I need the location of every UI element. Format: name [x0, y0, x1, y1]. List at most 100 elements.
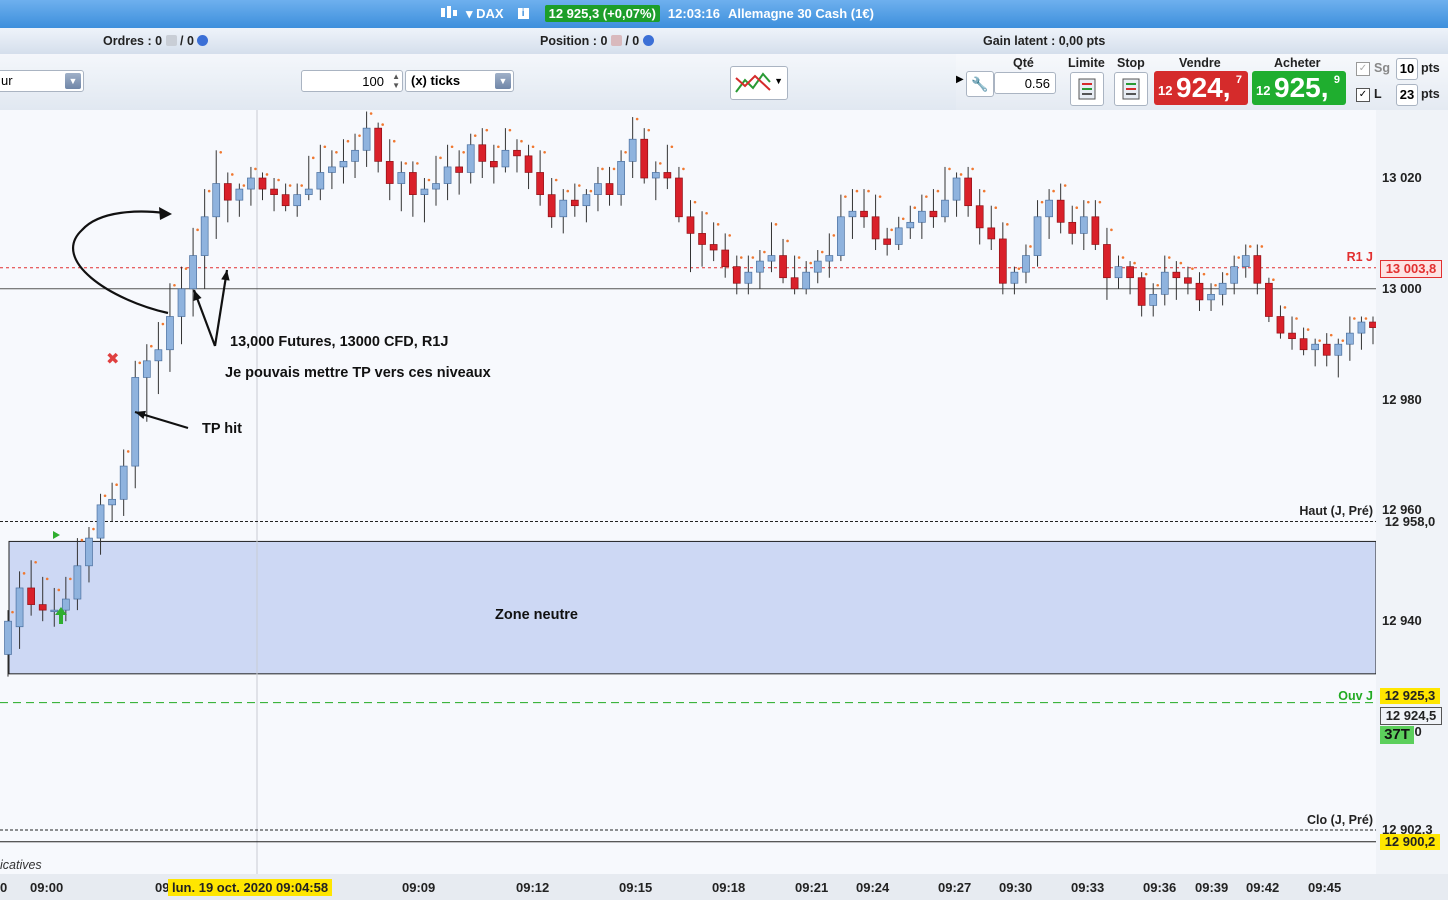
annotation-levels: 13,000 Futures, 13000 CFD, R1J: [230, 334, 449, 350]
candle-dot: [901, 217, 905, 221]
candle-dot: [1237, 256, 1240, 259]
down-candle: [675, 177, 683, 218]
chart-icon[interactable]: [440, 5, 458, 22]
ticks-count-input[interactable]: 100 ▲ ▼: [301, 70, 403, 92]
up-candle: [443, 166, 452, 184]
limit-order-icon[interactable]: [1070, 72, 1104, 106]
candle-dot: [578, 184, 581, 187]
candle-dot: [1063, 184, 1067, 187]
candle-dot: [797, 256, 801, 259]
down-candle: [1276, 316, 1285, 334]
down-candle: [1056, 199, 1065, 223]
candle-dot: [994, 206, 998, 209]
candle-dot: [1272, 278, 1275, 282]
up-candle: [1207, 293, 1215, 301]
candle-dot: [1144, 272, 1148, 276]
up-candle: [1346, 332, 1354, 345]
up-candle: [119, 465, 128, 500]
l-label: L: [1374, 87, 1382, 101]
sg-input[interactable]: 10: [1396, 58, 1418, 80]
orders-value: 0: [155, 34, 163, 48]
candle-dot: [705, 211, 708, 215]
stepper-icon[interactable]: ▲ ▼: [392, 72, 400, 90]
info-icon[interactable]: i: [517, 8, 529, 19]
down-candle: [721, 249, 730, 267]
down-candle: [1091, 216, 1100, 245]
candle-dot: [635, 117, 639, 121]
up-candle: [756, 260, 764, 273]
settings-icon[interactable]: [642, 35, 654, 46]
down-candle: [1195, 282, 1204, 301]
period-select[interactable]: ur ▼: [0, 70, 84, 92]
up-candle: [918, 210, 926, 223]
candle-dot: [763, 250, 766, 254]
collapse-arrow-icon[interactable]: ▶: [956, 74, 964, 85]
down-candle: [860, 210, 868, 218]
candle-dot: [1191, 267, 1194, 270]
down-candle: [570, 199, 579, 207]
up-candle: [559, 199, 568, 218]
candle-dot: [450, 145, 454, 149]
down-candle: [1265, 282, 1273, 317]
candle-dot: [1318, 339, 1321, 342]
down-candle: [1288, 332, 1296, 340]
up-candle: [848, 210, 857, 218]
tp-hit-cross-icon: ✖: [106, 349, 119, 368]
candle-dot: [219, 151, 223, 154]
candle-dot: [520, 139, 523, 143]
buy-button[interactable]: 12 925, 9: [1252, 71, 1346, 105]
gain-label: Gain latent :: [983, 34, 1056, 48]
up-candle: [142, 360, 151, 378]
l-checkbox[interactable]: ✓: [1356, 88, 1370, 102]
candle-dot: [1295, 317, 1298, 320]
instrument-dropdown[interactable]: ▾ DAX: [466, 6, 504, 22]
settings-icon[interactable]: [197, 35, 209, 46]
wrench-icon[interactable]: 🔧: [966, 71, 994, 97]
candle-dot: [1121, 256, 1125, 259]
candle-dot: [358, 134, 361, 137]
up-candle: [420, 188, 429, 195]
time-axis[interactable]: 0 09:00 09 lun. 19 oct. 2020 09:04:58 09…: [0, 874, 1448, 900]
down-candle: [385, 161, 394, 184]
orders-label: Ordres :: [103, 34, 152, 48]
sg-checkbox[interactable]: ✓: [1356, 62, 1370, 76]
up-candle: [235, 188, 244, 201]
up-candle: [744, 271, 753, 284]
up-candle: [1114, 266, 1123, 279]
close-position-icon[interactable]: [610, 35, 622, 46]
candle-dot: [207, 189, 211, 193]
title-bar: ▾ DAX i 12 925,3 (+0,07%) 12:03:16 Allem…: [0, 0, 1448, 28]
candle-dot: [126, 450, 130, 453]
up-candle: [85, 537, 93, 567]
candle-dot: [1329, 333, 1333, 337]
unit-select[interactable]: (x) ticks ▼: [405, 70, 514, 92]
chart-canvas[interactable]: ✖: [0, 110, 1376, 874]
qty-input[interactable]: 0.56: [994, 72, 1056, 94]
down-candle: [698, 233, 706, 245]
candle-dot: [890, 228, 893, 232]
down-candle: [1103, 244, 1111, 279]
candle-dot: [554, 178, 558, 182]
up-candle: [837, 216, 845, 256]
candle-dot: [1202, 272, 1206, 276]
price-axis[interactable]: 13 020 13 000 12 980 12 960 12 940 12 92…: [1376, 110, 1448, 874]
down-candle: [964, 177, 972, 207]
cursor-time-label: lun. 19 oct. 2020 09:04:58: [168, 879, 333, 896]
price-chart[interactable]: ✖ 13,000 Futures, 13000 CFD, R1J Je pouv…: [0, 110, 1376, 874]
position-info: Position : 0 / 0: [540, 34, 654, 48]
down-candle: [223, 183, 232, 201]
up-candle: [628, 138, 637, 162]
up-candle: [362, 127, 371, 151]
l-input[interactable]: 23: [1396, 84, 1418, 106]
stop-order-icon[interactable]: [1114, 72, 1148, 106]
candle-dot: [404, 162, 408, 165]
sell-button[interactable]: 12 924, 7: [1154, 71, 1248, 105]
position-total: / 0: [625, 34, 640, 48]
candle-dot: [138, 361, 142, 365]
candle-dot: [103, 494, 107, 498]
candle-dot: [855, 189, 859, 193]
annotation-tp-levels: Je pouvais mettre TP vers ces niveaux: [225, 365, 491, 381]
close-orders-icon[interactable]: [165, 35, 177, 46]
chart-style-icon: [735, 72, 771, 93]
chart-style-button[interactable]: ▼: [730, 66, 788, 100]
